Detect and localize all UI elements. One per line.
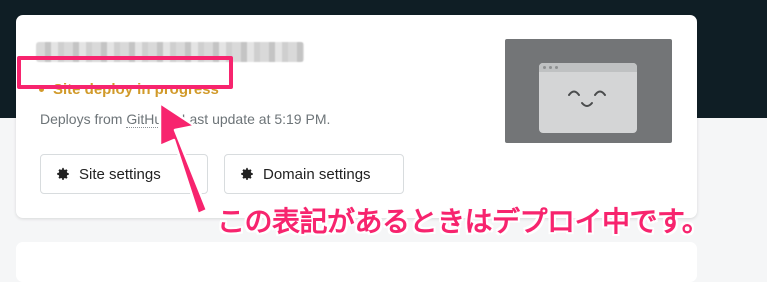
site-settings-button[interactable]: Site settings bbox=[40, 154, 208, 194]
site-preview-thumbnail[interactable] bbox=[505, 39, 672, 143]
domain-settings-label: Domain settings bbox=[263, 165, 371, 183]
domain-settings-button[interactable]: Domain settings bbox=[224, 154, 404, 194]
gear-icon bbox=[57, 167, 69, 180]
browser-window-icon bbox=[539, 63, 637, 133]
next-site-card bbox=[16, 242, 697, 282]
gear-icon bbox=[241, 167, 253, 180]
last-update-text: Last update at 5:19 PM. bbox=[181, 111, 331, 127]
site-settings-label: Site settings bbox=[79, 165, 161, 183]
deploy-source-link[interactable]: GitHub bbox=[126, 111, 170, 128]
deploy-info: Deploys from GitHub. Last update at 5:19… bbox=[40, 111, 331, 128]
annotation-caption: この表記があるときはデプロイ中です。 bbox=[217, 205, 710, 238]
status-highlight-box bbox=[17, 56, 233, 89]
site-card: Site deploy in progress Deploys from Git… bbox=[16, 15, 697, 218]
deploy-prefix: Deploys from bbox=[40, 111, 123, 127]
smiley-face-icon bbox=[568, 90, 606, 107]
